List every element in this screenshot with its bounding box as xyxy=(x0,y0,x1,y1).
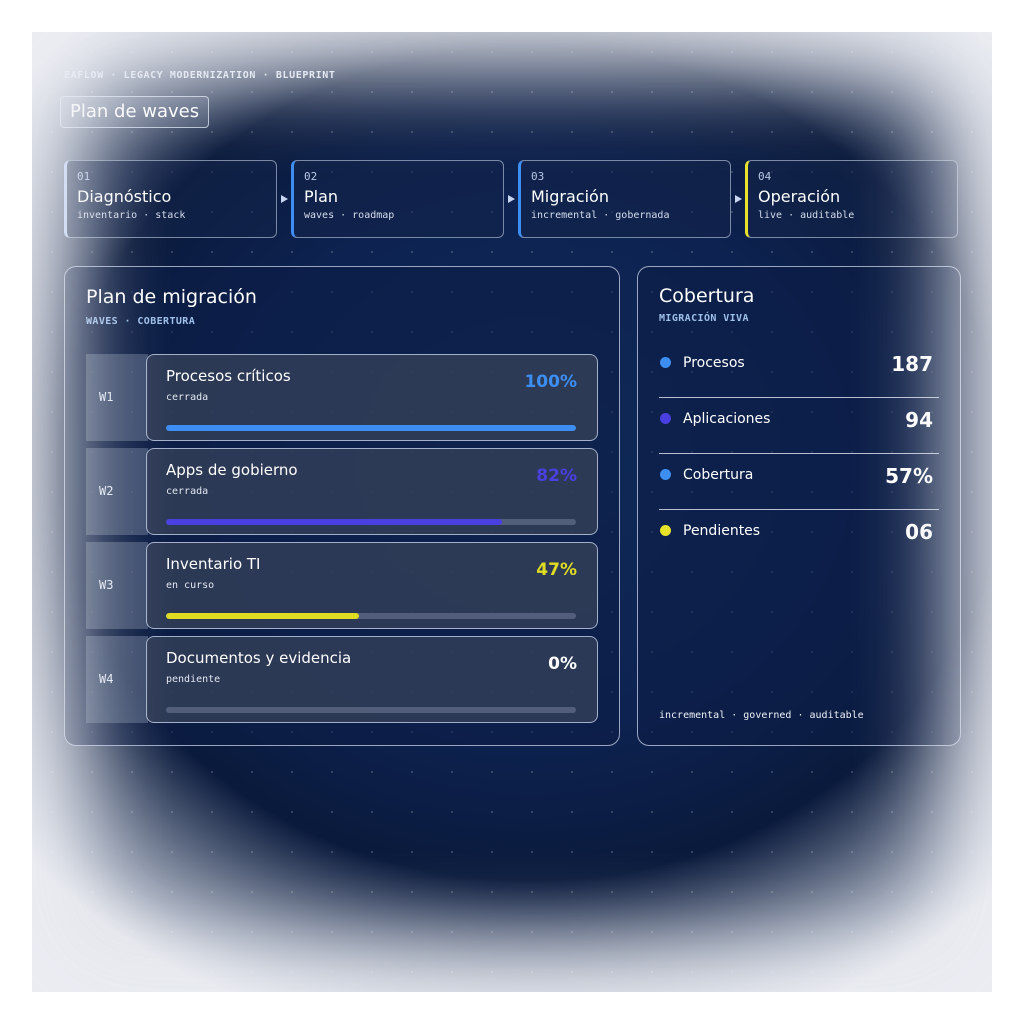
stage-card-migracion[interactable]: 03 Migración incremental · gobernada xyxy=(518,160,731,238)
wave-status: pendiente xyxy=(166,674,221,685)
stage-subtitle: live · auditable xyxy=(758,210,855,221)
wave-card[interactable]: Inventario TI en curso 47% xyxy=(146,542,598,629)
wave-row-w1[interactable]: W1 Procesos críticos cerrada 100% xyxy=(86,354,598,441)
metric-row-cobertura: Cobertura 57% xyxy=(659,454,939,510)
wave-progress-track xyxy=(166,707,576,713)
panel-title: Cobertura xyxy=(659,285,755,307)
wave-status: cerrada xyxy=(166,392,209,403)
panel-subtitle: WAVES · COBERTURA xyxy=(86,316,196,327)
wave-percent: 100% xyxy=(524,372,577,392)
wave-name: Apps de gobierno xyxy=(166,461,298,479)
wave-id: W2 xyxy=(86,448,148,535)
status-dot-icon xyxy=(660,413,671,424)
wave-percent: 0% xyxy=(548,654,577,674)
wave-percent: 47% xyxy=(536,560,577,580)
wave-status: en curso xyxy=(166,580,215,591)
wave-progress-fill xyxy=(166,519,503,525)
metric-value: 94 xyxy=(905,408,933,432)
wave-progress-track xyxy=(166,613,576,619)
stage-card-plan[interactable]: 02 Plan waves · roadmap xyxy=(291,160,504,238)
stage-number: 03 xyxy=(531,170,545,183)
stage-name: Operación xyxy=(758,187,841,206)
footnote: incremental · governed · auditable xyxy=(659,710,864,721)
metric-label: Pendientes xyxy=(683,523,761,539)
panel-title: Plan de migración xyxy=(86,286,257,308)
stage-number: 02 xyxy=(304,170,318,183)
metric-label: Cobertura xyxy=(683,467,754,483)
metric-row-pendientes: Pendientes 06 xyxy=(659,510,939,566)
stage-name: Migración xyxy=(531,187,609,206)
wave-progress-fill xyxy=(166,613,359,619)
wave-name: Inventario TI xyxy=(166,555,261,573)
wave-row-w4[interactable]: W4 Documentos y evidencia pendiente 0% xyxy=(86,636,598,723)
page-title: Plan de waves xyxy=(60,96,210,128)
wave-card[interactable]: Procesos críticos cerrada 100% xyxy=(146,354,598,441)
metric-row-aplicaciones: Aplicaciones 94 xyxy=(659,398,939,454)
wave-name: Documentos y evidencia xyxy=(166,649,352,667)
stage-subtitle: inventario · stack xyxy=(77,210,186,221)
arrow-right-icon xyxy=(508,195,515,203)
wave-id: W1 xyxy=(86,354,148,441)
wave-progress-track xyxy=(166,425,576,431)
wave-row-w3[interactable]: W3 Inventario TI en curso 47% xyxy=(86,542,598,629)
stage-card-diagnostico[interactable]: 01 Diagnóstico inventario · stack xyxy=(64,160,277,238)
stage-number: 01 xyxy=(77,170,91,183)
coverage-panel: Cobertura MIGRACIÓN VIVA Procesos 187 Ap… xyxy=(637,266,961,746)
metric-value: 187 xyxy=(891,352,933,376)
metric-value: 57% xyxy=(885,464,933,488)
status-dot-icon xyxy=(660,525,671,536)
status-dot-icon xyxy=(660,357,671,368)
metric-label: Aplicaciones xyxy=(683,411,771,427)
status-dot-icon xyxy=(660,469,671,480)
arrow-right-icon xyxy=(281,195,288,203)
wave-name: Procesos críticos xyxy=(166,367,291,385)
stage-name: Diagnóstico xyxy=(77,187,172,206)
stage-card-operacion[interactable]: 04 Operación live · auditable xyxy=(745,160,958,238)
wave-progress-track xyxy=(166,519,576,525)
metric-label: Procesos xyxy=(683,355,745,371)
wave-row-w2[interactable]: W2 Apps de gobierno cerrada 82% xyxy=(86,448,598,535)
wave-percent: 82% xyxy=(536,466,577,486)
wave-id: W3 xyxy=(86,542,148,629)
migration-plan-panel: Plan de migración WAVES · COBERTURA W1 P… xyxy=(64,266,620,746)
panel-subtitle: MIGRACIÓN VIVA xyxy=(659,313,749,324)
wave-progress-fill xyxy=(166,425,576,431)
blueprint-canvas: EAFLOW · LEGACY MODERNIZATION · BLUEPRIN… xyxy=(32,32,992,992)
stage-subtitle: waves · roadmap xyxy=(304,210,395,221)
stage-number: 04 xyxy=(758,170,772,183)
metric-value: 06 xyxy=(905,520,933,544)
stage-subtitle: incremental · gobernada xyxy=(531,210,670,221)
eyebrow-label: EAFLOW · LEGACY MODERNIZATION · BLUEPRIN… xyxy=(64,70,336,81)
arrow-right-icon xyxy=(735,195,742,203)
wave-card[interactable]: Apps de gobierno cerrada 82% xyxy=(146,448,598,535)
wave-id: W4 xyxy=(86,636,148,723)
wave-card[interactable]: Documentos y evidencia pendiente 0% xyxy=(146,636,598,723)
stage-name: Plan xyxy=(304,187,339,206)
wave-status: cerrada xyxy=(166,486,209,497)
metric-row-procesos: Procesos 187 xyxy=(659,342,939,398)
